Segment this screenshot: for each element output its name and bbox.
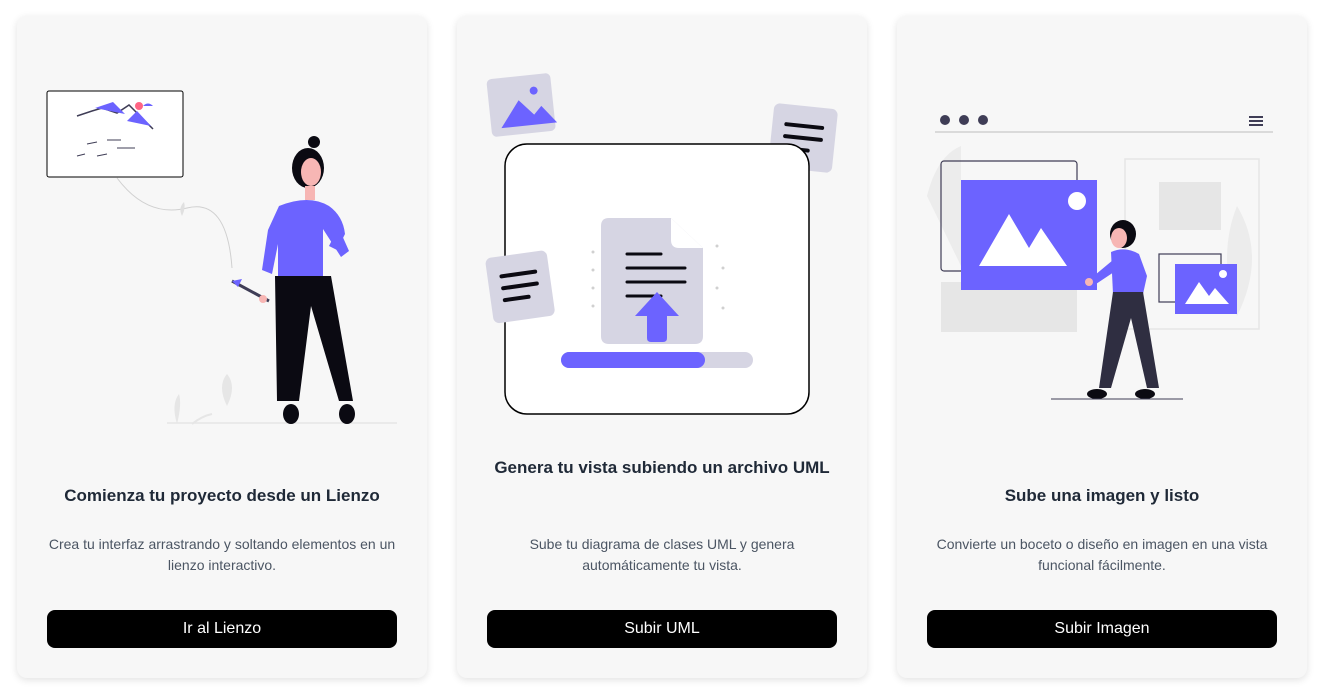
woman-painting-canvas-illustration	[46, 90, 397, 425]
image-card: Sube una imagen y listo Convierte un boc…	[897, 16, 1307, 678]
go-to-canvas-button[interactable]: Ir al Lienzo	[47, 610, 397, 648]
canvas-card: Comienza tu proyecto desde un Lienzo Cre…	[17, 16, 427, 678]
card-description: Crea tu interfaz arrastrando y soltando …	[48, 536, 396, 573]
uml-card: Genera tu vista subiendo un archivo UML …	[457, 16, 867, 678]
card-title: Genera tu vista subiendo un archivo UML	[494, 458, 830, 477]
woman-arranging-images-illustration	[927, 115, 1273, 400]
upload-image-button[interactable]: Subir Imagen	[927, 610, 1277, 648]
document-upload-illustration	[485, 73, 838, 415]
card-description: Sube tu diagrama de clases UML y genera …	[529, 536, 795, 573]
card-title: Sube una imagen y listo	[1004, 486, 1200, 505]
upload-uml-button[interactable]: Subir UML	[487, 610, 837, 648]
card-title: Comienza tu proyecto desde un Lienzo	[64, 486, 380, 505]
card-description: Convierte un boceto o diseño en imagen e…	[936, 536, 1268, 573]
upload-progress-fill	[561, 352, 705, 368]
